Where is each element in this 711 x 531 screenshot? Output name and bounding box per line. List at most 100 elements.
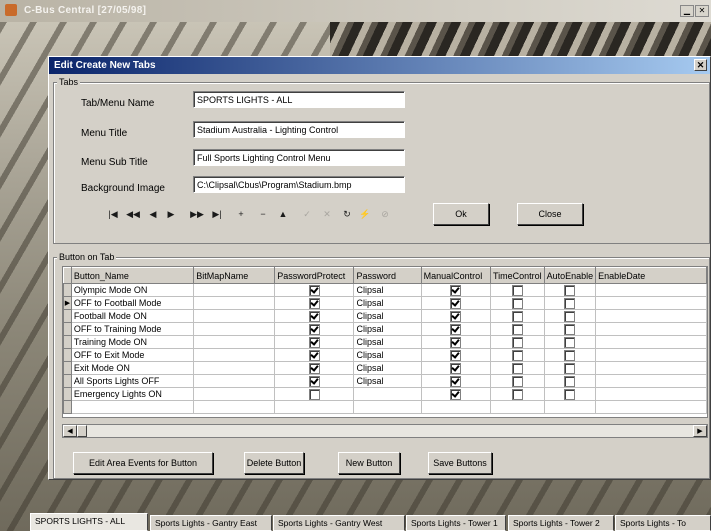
last-record-button[interactable]: ▶| bbox=[209, 207, 225, 221]
tab-item[interactable]: Sports Lights - Gantry East bbox=[150, 515, 272, 531]
cancel-edit-button[interactable]: ✕ bbox=[319, 207, 335, 221]
tab-item[interactable]: SPORTS LIGHTS - ALL bbox=[30, 513, 148, 531]
refresh-data-button[interactable]: ↻ bbox=[339, 207, 355, 221]
enable-date-cell[interactable] bbox=[595, 296, 707, 310]
checkbox[interactable] bbox=[308, 284, 320, 296]
scroll-thumb[interactable] bbox=[77, 425, 87, 437]
checkbox[interactable] bbox=[511, 375, 523, 387]
bitmap-name-cell[interactable] bbox=[193, 348, 276, 362]
checkbox[interactable] bbox=[308, 375, 320, 387]
scroll-left-icon[interactable]: ◀ bbox=[63, 425, 77, 437]
password-cell[interactable]: Clipsal bbox=[353, 283, 422, 297]
password-cell[interactable]: Clipsal bbox=[353, 322, 422, 336]
current-row-indicator-icon[interactable]: ▶ bbox=[63, 296, 72, 310]
row-indicator[interactable] bbox=[63, 348, 72, 362]
close-icon[interactable]: ✕ bbox=[695, 5, 709, 17]
checkbox[interactable] bbox=[511, 388, 523, 400]
edit-record-button[interactable]: ▲ bbox=[275, 207, 291, 221]
checkbox[interactable] bbox=[564, 375, 576, 387]
tab-item[interactable]: Sports Lights - Gantry West bbox=[273, 515, 405, 531]
table-row[interactable]: Olympic Mode ON Clipsal bbox=[63, 283, 707, 297]
enable-date-cell[interactable] bbox=[595, 348, 707, 362]
background-image-input[interactable]: C:\Clipsal\Cbus\Program\Stadium.bmp bbox=[193, 176, 405, 193]
button-name-cell[interactable]: OFF to Exit Mode bbox=[70, 348, 195, 362]
password-cell[interactable]: Clipsal bbox=[353, 374, 422, 388]
checkbox[interactable] bbox=[511, 310, 523, 322]
password-cell[interactable]: Clipsal bbox=[353, 309, 422, 323]
checkbox[interactable] bbox=[511, 284, 523, 296]
button-name-cell[interactable]: Emergency Lights ON bbox=[70, 387, 195, 401]
column-header[interactable]: Button_Name bbox=[70, 267, 195, 284]
prior-record-button[interactable]: ◀ bbox=[145, 207, 161, 221]
prior-page-button[interactable]: ◀◀ bbox=[125, 207, 141, 221]
grid-horizontal-scrollbar[interactable]: ◀ ▶ bbox=[62, 424, 708, 438]
delete-button[interactable]: Delete Button bbox=[244, 452, 304, 474]
enable-date-cell[interactable] bbox=[595, 335, 707, 349]
bitmap-name-cell[interactable] bbox=[193, 296, 276, 310]
checkbox[interactable] bbox=[450, 375, 462, 387]
button-name-cell[interactable]: Olympic Mode ON bbox=[70, 283, 195, 297]
checkbox[interactable] bbox=[308, 323, 320, 335]
row-indicator[interactable] bbox=[63, 322, 72, 336]
bitmap-name-cell[interactable] bbox=[193, 283, 276, 297]
cancel-updates-button[interactable]: ⊘ bbox=[377, 207, 393, 221]
checkbox[interactable] bbox=[511, 297, 523, 309]
table-row[interactable]: OFF to Exit Mode Clipsal bbox=[63, 348, 707, 362]
column-header[interactable]: BitMapName bbox=[193, 267, 276, 284]
enable-date-cell[interactable] bbox=[595, 387, 707, 401]
table-row[interactable]: OFF to Training Mode Clipsal bbox=[63, 322, 707, 336]
dialog-close-icon[interactable]: ✕ bbox=[694, 59, 707, 71]
table-row[interactable]: Training Mode ON Clipsal bbox=[63, 335, 707, 349]
bitmap-name-cell[interactable] bbox=[193, 387, 276, 401]
checkbox[interactable] bbox=[308, 362, 320, 374]
checkbox[interactable] bbox=[450, 323, 462, 335]
tab-item[interactable]: Sports Lights - Tower 1 bbox=[406, 515, 506, 531]
button-name-cell[interactable]: All Sports Lights OFF bbox=[70, 374, 195, 388]
buttons-grid[interactable]: Button_Name BitMapName PasswordProtect Pass… bbox=[62, 266, 708, 418]
insert-record-button[interactable]: + bbox=[233, 207, 249, 221]
checkbox[interactable] bbox=[308, 349, 320, 361]
checkbox[interactable] bbox=[308, 388, 320, 400]
checkbox[interactable] bbox=[450, 310, 462, 322]
table-row[interactable]: Emergency Lights ON bbox=[63, 387, 707, 401]
checkbox[interactable] bbox=[308, 297, 320, 309]
next-record-button[interactable]: ▶ bbox=[163, 207, 179, 221]
minimize-icon[interactable]: ▁ bbox=[680, 5, 694, 17]
checkbox[interactable] bbox=[564, 336, 576, 348]
enable-date-cell[interactable] bbox=[595, 361, 707, 375]
tab-item[interactable]: Sports Lights - To bbox=[615, 515, 711, 531]
new-button[interactable]: New Button bbox=[338, 452, 400, 474]
table-row[interactable]: Football Mode ON Clipsal bbox=[63, 309, 707, 323]
table-row[interactable]: ▶ OFF to Football Mode Clipsal bbox=[63, 296, 707, 310]
checkbox[interactable] bbox=[511, 336, 523, 348]
delete-record-button[interactable]: − bbox=[255, 207, 271, 221]
row-indicator[interactable] bbox=[63, 309, 72, 323]
enable-date-cell[interactable] bbox=[595, 283, 707, 297]
next-page-button[interactable]: ▶▶ bbox=[189, 207, 205, 221]
checkbox[interactable] bbox=[511, 349, 523, 361]
bitmap-name-cell[interactable] bbox=[193, 309, 276, 323]
enable-date-cell[interactable] bbox=[595, 374, 707, 388]
table-row[interactable]: Exit Mode ON Clipsal bbox=[63, 361, 707, 375]
button-name-cell[interactable]: Exit Mode ON bbox=[70, 361, 195, 375]
button-name-cell[interactable]: OFF to Training Mode bbox=[70, 322, 195, 336]
password-cell[interactable]: Clipsal bbox=[353, 348, 422, 362]
first-record-button[interactable]: |◀ bbox=[105, 207, 121, 221]
close-button[interactable]: Close bbox=[517, 203, 583, 225]
row-indicator[interactable] bbox=[63, 374, 72, 388]
scroll-right-icon[interactable]: ▶ bbox=[693, 425, 707, 437]
checkbox[interactable] bbox=[564, 297, 576, 309]
checkbox[interactable] bbox=[511, 323, 523, 335]
password-cell[interactable]: Clipsal bbox=[353, 296, 422, 310]
checkbox[interactable] bbox=[450, 349, 462, 361]
bitmap-name-cell[interactable] bbox=[193, 322, 276, 336]
menu-title-input[interactable]: Stadium Australia - Lighting Control bbox=[193, 121, 405, 138]
checkbox[interactable] bbox=[308, 336, 320, 348]
edit-area-events-button[interactable]: Edit Area Events for Button bbox=[73, 452, 213, 474]
checkbox[interactable] bbox=[564, 284, 576, 296]
enable-date-cell[interactable] bbox=[595, 322, 707, 336]
checkbox[interactable] bbox=[450, 284, 462, 296]
row-indicator[interactable] bbox=[63, 283, 72, 297]
column-header[interactable]: Password bbox=[353, 267, 422, 284]
save-buttons-button[interactable]: Save Buttons bbox=[428, 452, 492, 474]
